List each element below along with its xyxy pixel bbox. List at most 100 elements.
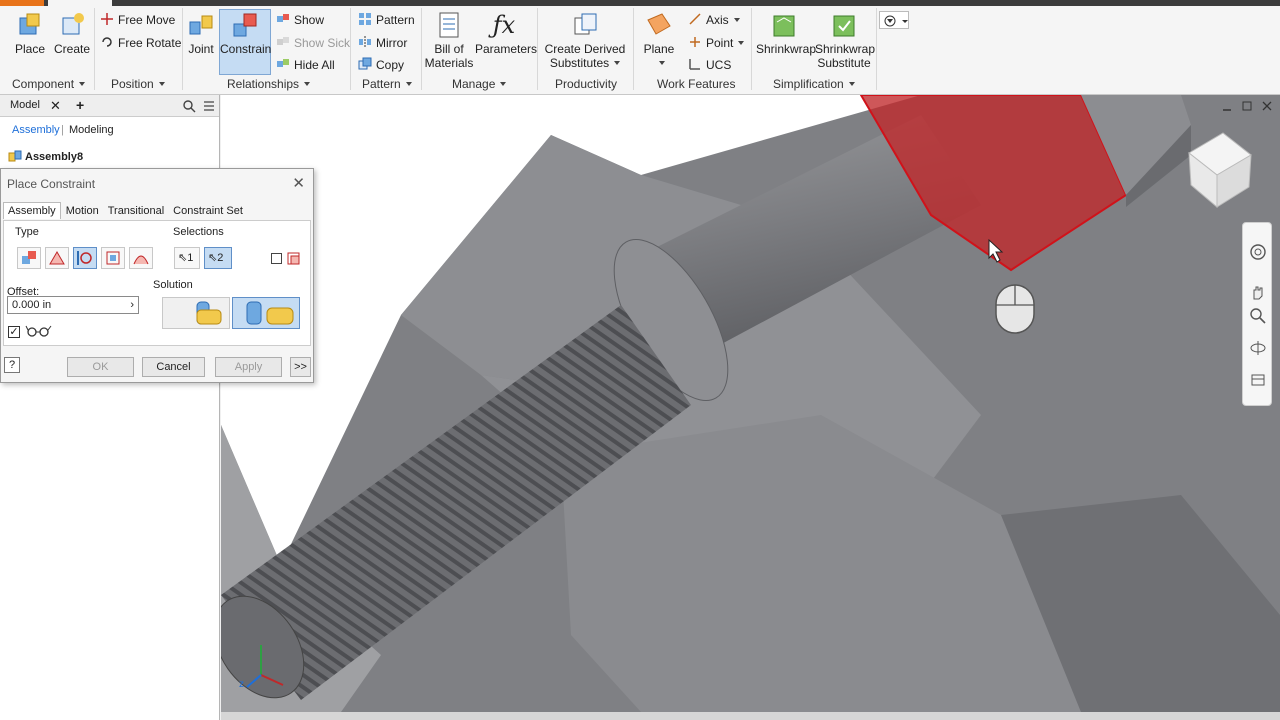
cursor-icon: ⇖ (178, 252, 188, 264)
modeling-mode-link[interactable]: Modeling (69, 124, 114, 136)
group-divider (421, 8, 422, 90)
joint-icon (189, 15, 213, 35)
selection-2-button[interactable]: ⇖2 (204, 247, 232, 269)
look-at-icon[interactable] (1249, 371, 1267, 389)
shrinkwrap-button[interactable]: Shrinkwrap (756, 10, 816, 74)
group-divider (633, 8, 634, 90)
tab-file[interactable] (0, 0, 44, 6)
menu-icon[interactable] (203, 100, 215, 112)
glasses-icon[interactable] (25, 324, 53, 338)
pan-icon[interactable] (1249, 283, 1267, 301)
constrain-icon (233, 13, 257, 37)
constrain-label: Constrain (220, 42, 272, 56)
axis-button[interactable]: Axis (688, 10, 740, 30)
inside-solution-icon (196, 301, 222, 325)
viewport-window-controls[interactable] (1221, 100, 1277, 112)
derived-line2: Substitutes (543, 56, 627, 70)
tangent-constraint-button[interactable] (73, 247, 97, 269)
preview-checkbox[interactable]: ✓ (8, 326, 20, 338)
free-move-button[interactable]: Free Move (100, 10, 175, 30)
selection-1-button[interactable]: ⇖1 (174, 247, 200, 269)
type-label: Type (15, 226, 39, 238)
parameters-button[interactable]: ƒx Parameters (475, 10, 537, 74)
more-button[interactable]: >> (290, 357, 311, 377)
group-divider (537, 8, 538, 90)
show-button[interactable]: Show (276, 10, 324, 30)
manage-group-label[interactable]: Manage (452, 77, 507, 93)
parameters-label: Parameters (475, 42, 538, 56)
shrinkwrap-substitute-button[interactable]: Shrinkwrap Substitute (815, 10, 875, 74)
group-divider (182, 8, 183, 90)
copy-button[interactable]: Copy (358, 55, 404, 75)
plane-label: Plane (643, 42, 675, 56)
tree-root[interactable]: Assembly8 (8, 150, 83, 163)
tangent-icon (77, 251, 92, 265)
tab-model[interactable]: Model (10, 99, 40, 111)
tab-constraint-set[interactable]: Constraint Set (169, 203, 247, 219)
relationships-group-label[interactable]: Relationships (227, 77, 311, 93)
create-derived-substitutes-button[interactable]: Create Derived Substitutes (543, 10, 627, 74)
outside-solution-button[interactable] (232, 297, 300, 329)
derived-substitutes-icon (574, 13, 597, 35)
place-button[interactable]: Place (12, 10, 48, 74)
simplification-group-label[interactable]: Simplification (773, 77, 855, 93)
bill-line1: Bill of (434, 42, 464, 56)
ok-button[interactable]: OK (67, 357, 134, 377)
place-label: Place (14, 42, 46, 56)
derived-line1: Create Derived (544, 42, 626, 56)
dialog-title: Place Constraint (7, 177, 96, 191)
cancel-button[interactable]: Cancel (142, 357, 205, 377)
bill-of-materials-button[interactable]: Bill of Materials (424, 10, 474, 74)
first-selection-checkbox[interactable] (271, 253, 282, 264)
bill-of-materials-icon (439, 12, 459, 38)
ucs-button[interactable]: UCS (688, 55, 731, 75)
create-button[interactable]: Create (54, 10, 90, 74)
joint-label: Joint (188, 42, 214, 56)
search-icon[interactable] (182, 99, 196, 113)
joint-button[interactable]: Joint (186, 10, 216, 74)
offset-input[interactable]: 0.000 in › (7, 296, 139, 314)
apply-button[interactable]: Apply (215, 357, 282, 377)
assembly-mode-link[interactable]: Assembly (12, 124, 60, 136)
tab-assembly[interactable]: Assembly (3, 202, 61, 219)
solution-label: Solution (153, 279, 193, 291)
tab-motion[interactable]: Motion (62, 203, 103, 219)
angle-constraint-button[interactable] (45, 247, 69, 269)
ribbon: Place Create Component Free Move Free Ro… (0, 0, 1280, 95)
mate-constraint-button[interactable] (17, 247, 41, 269)
ribbon-options-dropdown[interactable] (879, 11, 909, 29)
pick-part-first-icon (287, 252, 300, 265)
tab-assemble[interactable] (48, 0, 112, 6)
position-group-label[interactable]: Position (111, 77, 165, 93)
document-tab-strip (221, 712, 1280, 720)
show-sick-button[interactable]: Show Sick (276, 33, 350, 53)
plane-button[interactable]: Plane (640, 10, 678, 74)
component-group-label[interactable]: Component (12, 77, 86, 93)
chevron-right-icon[interactable]: › (130, 297, 134, 313)
steering-wheel-icon[interactable] (1249, 243, 1267, 261)
symmetry-constraint-button[interactable] (129, 247, 153, 269)
pattern-group-label[interactable]: Pattern (362, 77, 412, 93)
point-button[interactable]: Point (688, 33, 745, 53)
add-tab-icon[interactable]: + (76, 97, 84, 113)
inside-solution-button[interactable] (162, 297, 230, 329)
zoom-icon[interactable] (1249, 307, 1267, 325)
tab-transitional[interactable]: Transitional (104, 203, 168, 219)
group-divider (350, 8, 351, 90)
close-icon[interactable]: ✕ (292, 174, 305, 192)
offset-value: 0.000 in (12, 299, 52, 311)
graphics-viewport[interactable]: z (221, 95, 1280, 712)
mirror-button[interactable]: Mirror (358, 33, 407, 53)
mirror-icon (359, 36, 371, 48)
insert-constraint-button[interactable] (101, 247, 125, 269)
constrain-button[interactable]: Constrain (219, 9, 271, 75)
orbit-icon[interactable] (1249, 339, 1267, 357)
help-icon[interactable]: ? (4, 357, 20, 373)
model-canvas[interactable]: z (221, 95, 1280, 712)
pattern-button[interactable]: Pattern (358, 10, 415, 30)
axis-icon (689, 13, 701, 25)
copy-icon (358, 57, 372, 70)
close-icon[interactable]: ✕ (50, 98, 61, 114)
hide-all-button[interactable]: Hide All (276, 55, 335, 75)
free-rotate-button[interactable]: Free Rotate (100, 33, 181, 53)
